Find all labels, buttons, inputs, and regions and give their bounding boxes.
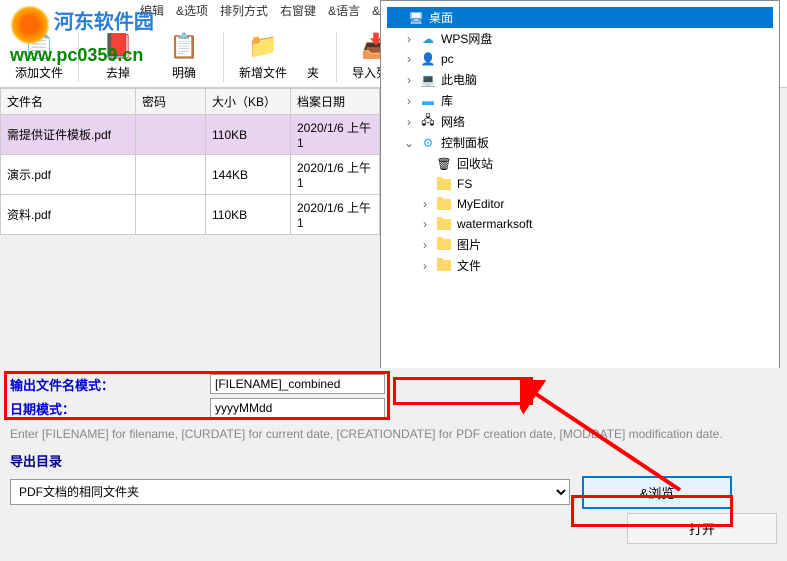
- network-icon: 🖧: [419, 114, 437, 130]
- tree-lib[interactable]: ›▬库: [387, 90, 773, 111]
- folder-button[interactable]: 夹: [298, 28, 328, 83]
- desktop-icon: 🖥: [407, 10, 425, 26]
- folder-icon: [297, 30, 329, 62]
- table-row[interactable]: 演示.pdf 144KB2020/1/6 上午 1: [1, 155, 380, 195]
- export-dir-select[interactable]: PDF文档的相同文件夹: [10, 479, 570, 505]
- browse-button[interactable]: &浏览: [582, 476, 732, 509]
- new-folder-button[interactable]: 📁 新增文件: [232, 28, 294, 83]
- tree-watermark[interactable]: ›watermarksoft: [387, 214, 773, 234]
- date-pattern-label: 日期模式：: [10, 399, 210, 418]
- folder-icon: [435, 216, 453, 232]
- tree-fs[interactable]: FS: [387, 174, 773, 194]
- tree-pc[interactable]: ›👤pc: [387, 49, 773, 69]
- computer-icon: 💻: [419, 72, 437, 88]
- folder-icon: [435, 237, 453, 253]
- tree-desktop[interactable]: 🖥桌面: [387, 7, 773, 28]
- file-table[interactable]: 文件名 密码 大小（KB） 档案日期 需提供证件模板.pdf 110KB2020…: [0, 88, 380, 235]
- logo-icon: [10, 5, 50, 45]
- tree-pictures[interactable]: ›图片: [387, 234, 773, 255]
- menu-language[interactable]: &语言: [328, 2, 360, 22]
- col-date[interactable]: 档案日期: [291, 89, 380, 115]
- user-icon: 👤: [419, 51, 437, 67]
- clear-button[interactable]: 📋 明确: [153, 28, 215, 83]
- tree-network[interactable]: ›🖧网络: [387, 111, 773, 132]
- recycle-icon: 🗑: [435, 156, 453, 172]
- cloud-icon: ☁: [419, 31, 437, 47]
- settings-panel: 输出文件名模式： 日期模式： Enter [FILENAME] for file…: [0, 368, 787, 550]
- folder-icon: [435, 258, 453, 274]
- table-row[interactable]: 资料.pdf 110KB2020/1/6 上午 1: [1, 195, 380, 235]
- cpanel-icon: ⚙: [419, 135, 437, 151]
- folder-icon: [435, 176, 453, 192]
- menu-options[interactable]: &选项: [176, 2, 208, 22]
- tree-cpanel[interactable]: ⌄⚙控制面板: [387, 132, 773, 153]
- col-password[interactable]: 密码: [136, 89, 206, 115]
- watermark-title: 河东软件园: [54, 12, 154, 34]
- menu-arrange[interactable]: 排列方式: [220, 2, 268, 22]
- table-row[interactable]: 需提供证件模板.pdf 110KB2020/1/6 上午 1: [1, 115, 380, 155]
- export-dir-label: 导出目录: [10, 451, 777, 470]
- tree-wps[interactable]: ›☁WPS网盘: [387, 28, 773, 49]
- col-filename[interactable]: 文件名: [1, 89, 136, 115]
- folder-icon: [435, 196, 453, 212]
- watermark-url: www.pc0359.cn: [10, 45, 143, 65]
- new-folder-icon: 📁: [247, 30, 279, 62]
- open-button[interactable]: 打开: [627, 513, 777, 544]
- col-size[interactable]: 大小（KB）: [206, 89, 291, 115]
- library-icon: ▬: [419, 93, 437, 109]
- tree-recycle[interactable]: 🗑回收站: [387, 153, 773, 174]
- clear-icon: 📋: [168, 30, 200, 62]
- table-header-row: 文件名 密码 大小（KB） 档案日期: [1, 89, 380, 115]
- menu-rightclick[interactable]: 右窗键: [280, 2, 316, 22]
- folder-browser-dialog: 🖥桌面 ›☁WPS网盘 ›👤pc ›💻此电脑 ›▬库 ›🖧网络 ⌄⚙控制面板 🗑…: [380, 0, 780, 410]
- filename-pattern-input[interactable]: [210, 374, 385, 394]
- tree-myeditor[interactable]: ›MyEditor: [387, 194, 773, 214]
- tree-files[interactable]: ›文件: [387, 255, 773, 276]
- help-text: Enter [FILENAME] for filename, [CURDATE]…: [10, 426, 777, 443]
- tree-thispc[interactable]: ›💻此电脑: [387, 69, 773, 90]
- filename-pattern-label: 输出文件名模式：: [10, 375, 210, 394]
- date-pattern-input[interactable]: [210, 398, 385, 418]
- folder-tree[interactable]: 🖥桌面 ›☁WPS网盘 ›👤pc ›💻此电脑 ›▬库 ›🖧网络 ⌄⚙控制面板 🗑…: [387, 7, 773, 276]
